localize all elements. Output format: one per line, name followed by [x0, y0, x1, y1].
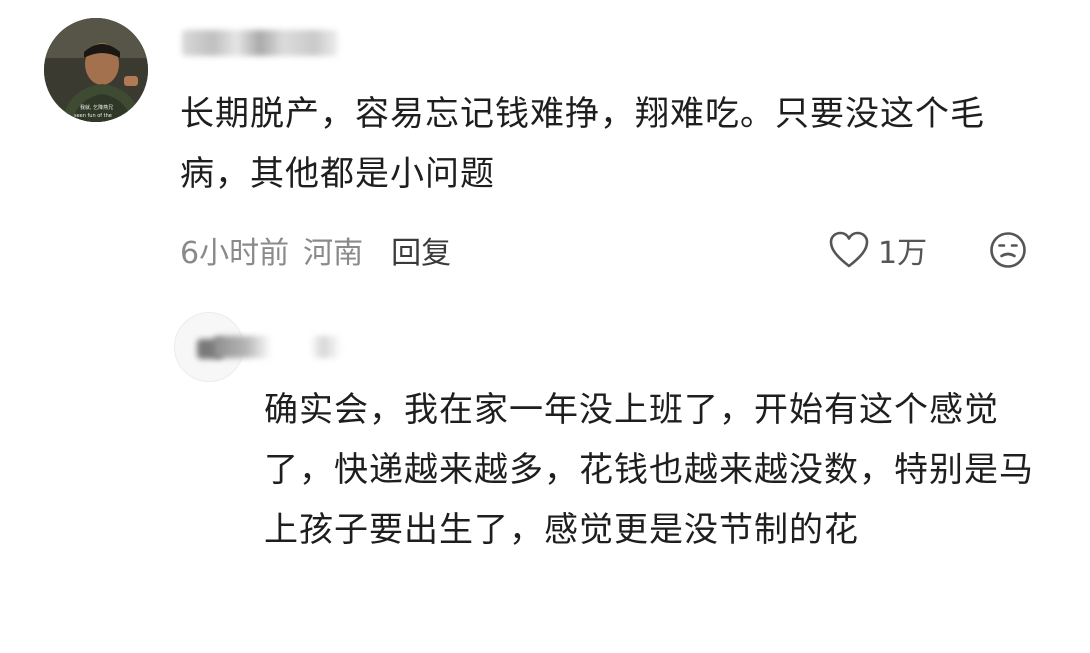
comment-location: 河南 [303, 236, 364, 271]
comment-meta: 6小时前 河南 回复 [180, 228, 451, 272]
svg-text:我就, 乞降燕兄: 我就, 乞降燕兄 [80, 104, 113, 111]
user-photo-avatar-icon: 我就, 乞降燕兄 seen fun of the [44, 18, 148, 122]
comment-time: 6小时前 [180, 236, 290, 271]
reply-text: 确实会，我在家一年没上班了，开始有这个感觉了，快递越来越多，花钱也越来越没数，特… [264, 390, 1034, 550]
heart-outline-icon [829, 231, 869, 268]
like-count: 1万 [878, 236, 928, 271]
meh-face-icon [990, 232, 1026, 268]
reply-button[interactable]: 回复 [391, 228, 451, 272]
comment-author-avatar[interactable]: 我就, 乞降燕兄 seen fun of the [44, 18, 148, 122]
like-button[interactable]: 1万 [828, 226, 927, 274]
dislike-button[interactable] [988, 230, 1028, 274]
comment-author-name-redacted[interactable] [182, 30, 338, 56]
reply-author-name-redacted[interactable] [214, 336, 342, 358]
comment-text: 长期脱产，容易忘记钱难挣，翔难吃。只要没这个毛病，其他都是小问题 [180, 94, 985, 194]
svg-text:seen fun of the: seen fun of the [74, 113, 112, 119]
